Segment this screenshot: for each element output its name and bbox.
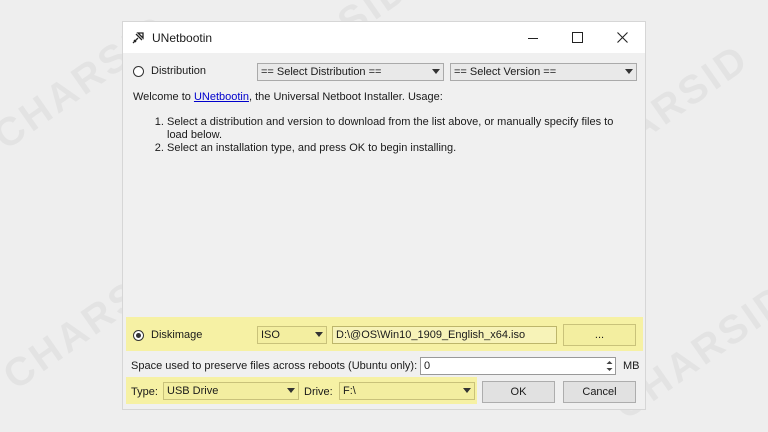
distribution-radio[interactable] [133, 66, 144, 77]
app-icon [132, 32, 144, 44]
maximize-button[interactable] [555, 22, 600, 53]
persist-size-input[interactable]: 0 [420, 357, 616, 375]
intro-suffix: , the Universal Netboot Installer. Usage… [248, 91, 443, 103]
spin-down-icon[interactable] [604, 366, 615, 374]
version-select-value: == Select Version == [454, 66, 557, 78]
chevron-down-icon [432, 69, 440, 74]
distribution-label: Distribution [151, 65, 207, 77]
unetbootin-window: UNetbootin Distribution == Select Distri… [122, 21, 646, 410]
drive-label: Drive: [304, 386, 333, 398]
close-button[interactable] [600, 22, 645, 53]
persist-size-value: 0 [424, 360, 431, 372]
ok-button[interactable]: OK [482, 381, 555, 403]
chevron-down-icon [625, 69, 633, 74]
usage-steps: Select a distribution and version to dow… [149, 116, 619, 155]
intro-prefix: Welcome to [133, 91, 194, 103]
usage-step: Select an installation type, and press O… [167, 142, 619, 155]
spin-up-icon[interactable] [604, 358, 615, 366]
chevron-down-icon [315, 332, 323, 337]
close-icon [617, 32, 628, 43]
drive-select-value: F:\ [343, 385, 356, 397]
persist-unit: MB [623, 360, 640, 372]
window-title: UNetbootin [152, 31, 213, 45]
title-bar: UNetbootin [123, 22, 645, 53]
type-select[interactable]: USB Drive [163, 382, 299, 400]
diskimage-label: Diskimage [151, 329, 203, 341]
distribution-select[interactable]: == Select Distribution == [257, 63, 444, 81]
unetbootin-link[interactable]: UNetbootin [194, 91, 249, 103]
browse-button[interactable]: ... [563, 324, 636, 346]
minimize-icon [527, 37, 538, 39]
type-label: Type: [131, 386, 158, 398]
chevron-down-icon [463, 388, 471, 393]
persist-label: Space used to preserve files across rebo… [131, 360, 418, 372]
drive-select[interactable]: F:\ [339, 382, 475, 400]
maximize-icon [572, 32, 583, 43]
minimize-button[interactable] [510, 22, 555, 53]
iso-path-input[interactable]: D:\@OS\Win10_1909_English_x64.iso [332, 326, 557, 344]
version-select[interactable]: == Select Version == [450, 63, 637, 81]
type-select-value: USB Drive [167, 385, 219, 397]
chevron-down-icon [287, 388, 295, 393]
intro-text: Welcome to UNetbootin, the Universal Net… [133, 91, 443, 103]
diskimage-type-select[interactable]: ISO [257, 326, 327, 344]
usage-step: Select a distribution and version to dow… [167, 116, 619, 142]
cancel-button[interactable]: Cancel [563, 381, 636, 403]
diskimage-type-value: ISO [261, 329, 280, 341]
diskimage-radio[interactable] [133, 330, 144, 341]
distribution-select-value: == Select Distribution == [261, 66, 382, 78]
